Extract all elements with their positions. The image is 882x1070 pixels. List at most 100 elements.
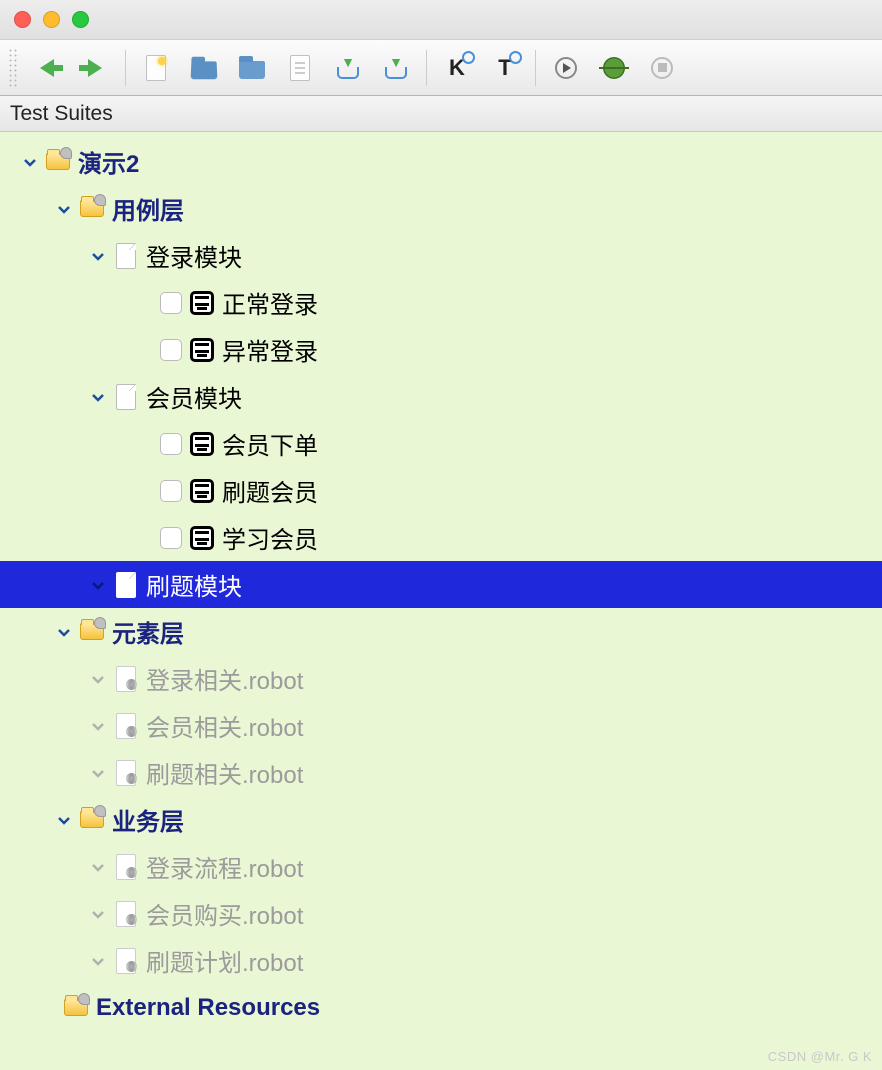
debug-button[interactable] <box>593 48 635 88</box>
tree-item-login-module[interactable]: 登录模块 <box>0 232 882 279</box>
tree-item-quiz-plan-resource[interactable]: 刷题计划.robot <box>0 937 882 984</box>
tree-item-member-module[interactable]: 会员模块 <box>0 373 882 420</box>
tree-item-element-layer[interactable]: 元素层 <box>0 608 882 655</box>
resource-file-icon <box>112 900 140 928</box>
robot-icon <box>188 524 216 552</box>
folder-open-icon <box>191 61 218 79</box>
checkbox[interactable] <box>160 480 182 502</box>
tree-item-label: 正常登录 <box>222 285 318 320</box>
stop-button[interactable] <box>641 48 683 88</box>
window-maximize-button[interactable] <box>72 11 89 28</box>
tree-item-test-normal-login[interactable]: 正常登录 <box>0 279 882 326</box>
open-dir-button[interactable] <box>231 48 273 88</box>
robot-icon <box>188 430 216 458</box>
folder-icon <box>78 618 106 646</box>
file-icon <box>112 571 140 599</box>
checkbox[interactable] <box>160 339 182 361</box>
chevron-down-icon[interactable] <box>88 669 108 689</box>
tree-item-label: 刷题模块 <box>146 567 242 602</box>
tree-item-quiz-module[interactable]: 刷题模块 <box>0 561 882 608</box>
checkbox[interactable] <box>160 292 182 314</box>
tree-item-external-resources[interactable]: External Resources <box>0 984 882 1031</box>
separator <box>426 50 427 86</box>
tree-item-test-quiz-member[interactable]: 刷题会员 <box>0 467 882 514</box>
tree-item-member-purchase-resource[interactable]: 会员购买.robot <box>0 890 882 937</box>
search-keywords-button[interactable]: K <box>436 48 478 88</box>
chevron-down-icon[interactable] <box>54 622 74 642</box>
document-icon <box>290 55 310 81</box>
tree-item-label: External Resources <box>96 994 320 1022</box>
tree-item-test-member-order[interactable]: 会员下单 <box>0 420 882 467</box>
arrow-right-icon <box>88 59 102 77</box>
toolbar-handle[interactable] <box>8 48 18 88</box>
robot-icon <box>188 289 216 317</box>
robot-icon <box>188 477 216 505</box>
chevron-down-icon[interactable] <box>88 951 108 971</box>
tree-item-label: 元素层 <box>112 614 184 649</box>
tree-item-test-abnormal-login[interactable]: 异常登录 <box>0 326 882 373</box>
chevron-down-icon[interactable] <box>88 246 108 266</box>
folder-icon <box>239 61 265 79</box>
chevron-down-icon[interactable] <box>54 810 74 830</box>
back-button[interactable] <box>26 48 68 88</box>
tree-item-login-flow-resource[interactable]: 登录流程.robot <box>0 843 882 890</box>
chevron-down-icon[interactable] <box>88 575 108 595</box>
chevron-down-icon[interactable] <box>20 152 40 172</box>
chevron-down-icon[interactable] <box>88 904 108 924</box>
tree-item-label: 学习会员 <box>222 520 318 555</box>
file-icon <box>112 242 140 270</box>
chevron-down-icon[interactable] <box>88 763 108 783</box>
tree-item-label: 会员下单 <box>222 426 318 461</box>
test-suites-tree[interactable]: 演示2 用例层 登录模块 正常登录 异常登录 会员模块 会员下单 <box>0 132 882 1070</box>
checkbox[interactable] <box>160 433 182 455</box>
chevron-down-icon[interactable] <box>54 199 74 219</box>
arrow-left-icon <box>40 59 54 77</box>
run-button[interactable] <box>545 48 587 88</box>
forward-button[interactable] <box>74 48 116 88</box>
folder-icon <box>78 806 106 834</box>
save-all-button[interactable] <box>375 48 417 88</box>
k-search-icon: K <box>449 55 465 81</box>
window-minimize-button[interactable] <box>43 11 60 28</box>
tree-item-root[interactable]: 演示2 <box>0 138 882 185</box>
tree-item-label: 会员模块 <box>146 379 242 414</box>
tree-item-label: 用例层 <box>112 191 184 226</box>
resource-file-icon <box>112 947 140 975</box>
chevron-down-icon[interactable] <box>88 387 108 407</box>
save-button[interactable] <box>327 48 369 88</box>
new-file-button[interactable] <box>135 48 177 88</box>
watermark: CSDN @Mr. G K <box>768 1049 872 1064</box>
chevron-down-icon[interactable] <box>88 857 108 877</box>
tree-item-testcase-layer[interactable]: 用例层 <box>0 185 882 232</box>
folder-icon <box>62 994 90 1022</box>
resource-file-icon <box>112 665 140 693</box>
tree-item-login-resource[interactable]: 登录相关.robot <box>0 655 882 702</box>
play-icon <box>555 57 577 79</box>
tree-item-label: 登录相关.robot <box>146 661 303 696</box>
window-close-button[interactable] <box>14 11 31 28</box>
tree-item-test-study-member[interactable]: 学习会员 <box>0 514 882 561</box>
open-folder-button[interactable] <box>183 48 225 88</box>
tree-item-label: 登录流程.robot <box>146 849 303 884</box>
separator <box>125 50 126 86</box>
tree-item-label: 刷题相关.robot <box>146 755 303 790</box>
tree-item-member-resource[interactable]: 会员相关.robot <box>0 702 882 749</box>
save-icon <box>337 57 359 79</box>
resource-file-icon <box>112 712 140 740</box>
tree-item-label: 异常登录 <box>222 332 318 367</box>
tree-item-label: 会员相关.robot <box>146 708 303 743</box>
tree-item-label: 会员购买.robot <box>146 896 303 931</box>
chevron-down-icon[interactable] <box>88 716 108 736</box>
resource-file-icon <box>112 853 140 881</box>
folder-icon <box>44 148 72 176</box>
tree-item-label: 登录模块 <box>146 238 242 273</box>
open-file-button[interactable] <box>279 48 321 88</box>
panel-title: Test Suites <box>0 96 882 132</box>
tree-item-label: 刷题计划.robot <box>146 943 303 978</box>
checkbox[interactable] <box>160 527 182 549</box>
t-search-icon: T <box>498 55 511 81</box>
search-tests-button[interactable]: T <box>484 48 526 88</box>
tree-item-business-layer[interactable]: 业务层 <box>0 796 882 843</box>
tree-item-quiz-resource[interactable]: 刷题相关.robot <box>0 749 882 796</box>
folder-icon <box>78 195 106 223</box>
